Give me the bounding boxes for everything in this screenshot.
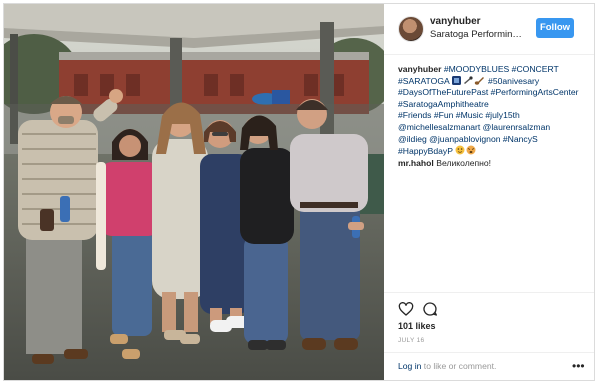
post-caption: vanyhuber #MOODYBLUES #CONCERT #SARATOGA… [398, 64, 584, 158]
caption-hashtags-2[interactable]: #SARATOGA [398, 76, 449, 86]
profile-avatar[interactable] [398, 16, 424, 42]
caption-hashtags-7[interactable]: #HappyBdayP [398, 146, 453, 156]
emoji-faces-icon [455, 145, 476, 155]
header-divider [384, 54, 594, 55]
caption-author[interactable]: vanyhuber [398, 64, 441, 74]
caption-hashtags-6[interactable]: #Friends #Fun #Music #july15th [398, 110, 520, 120]
like-count[interactable]: 101 likes [398, 321, 436, 331]
caption-mentions-2[interactable]: @ildieg @juanpablovignon #NancyS [398, 134, 538, 144]
comment-bar-text: to like or comment. [421, 361, 497, 371]
comment-item: mr.hahol Великолепно! [398, 158, 584, 169]
post-username[interactable]: vanyhuber [430, 16, 481, 27]
more-options-icon[interactable]: ••• [572, 360, 585, 372]
comment-author[interactable]: mr.hahol [398, 158, 434, 168]
emoji-icons [451, 75, 484, 85]
comment-bar: Log in to like or comment. [398, 361, 578, 371]
post-header: vanyhuber Saratoga Performing Ar... Foll… [384, 4, 594, 54]
caption-hashtags-1[interactable]: #MOODYBLUES #CONCERT [444, 64, 559, 74]
login-link[interactable]: Log in [398, 361, 421, 371]
caption-hashtags-4[interactable]: #DaysOfTheFuturePast #PerformingArtsCent… [398, 87, 579, 97]
caption-hashtags-5[interactable]: #SaratogaAmphitheatre [398, 99, 489, 109]
post-photo[interactable] [4, 4, 384, 380]
heart-icon[interactable] [398, 301, 414, 317]
comment-icon[interactable] [422, 301, 438, 317]
instagram-post: vanyhuber Saratoga Performing Ar... Foll… [3, 3, 595, 381]
post-location[interactable]: Saratoga Performing Ar... [430, 29, 526, 40]
caption-hashtags-3[interactable]: #50anivesary [488, 76, 539, 86]
actions-divider [384, 292, 594, 293]
comment-bar-divider [384, 352, 594, 353]
group-photo-illustration [4, 4, 384, 380]
caption-mentions-1[interactable]: @michellesalzmanart @laurenrsalzman [398, 122, 550, 132]
comment-text: Великолепно! [436, 158, 492, 168]
follow-button[interactable]: Follow [536, 18, 574, 38]
post-side-panel: vanyhuber Saratoga Performing Ar... Foll… [384, 4, 594, 380]
post-date[interactable]: JULY 16 [398, 337, 424, 344]
